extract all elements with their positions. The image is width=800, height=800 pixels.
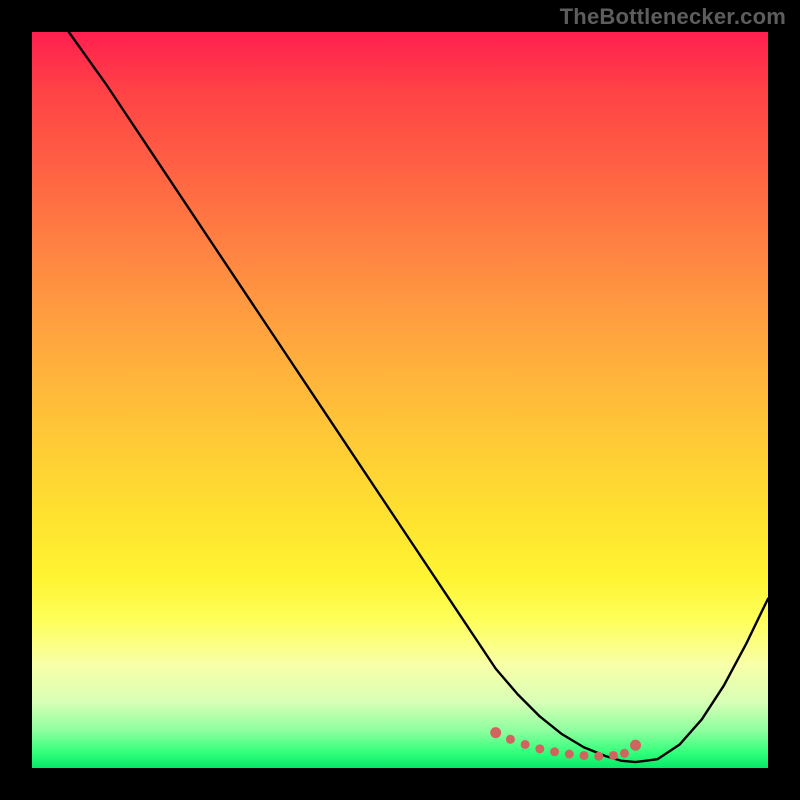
marker-dot	[594, 752, 603, 761]
marker-dot	[580, 751, 589, 760]
marker-dot	[535, 744, 544, 753]
plot-area	[32, 32, 768, 768]
watermark-link[interactable]: TheBottlenecker.com	[560, 4, 786, 29]
marker-dot	[521, 740, 530, 749]
marker-dot	[506, 735, 515, 744]
marker-dot	[490, 727, 501, 738]
optimal-region-markers	[490, 727, 641, 761]
bottleneck-curve	[69, 32, 768, 762]
marker-dot	[550, 747, 559, 756]
chart-svg	[32, 32, 768, 768]
chart-frame: TheBottlenecker.com	[0, 0, 800, 800]
marker-dot	[565, 750, 574, 759]
watermark[interactable]: TheBottlenecker.com	[560, 4, 786, 30]
marker-dot	[630, 740, 641, 751]
marker-dot	[609, 751, 618, 760]
marker-dot	[620, 749, 629, 758]
